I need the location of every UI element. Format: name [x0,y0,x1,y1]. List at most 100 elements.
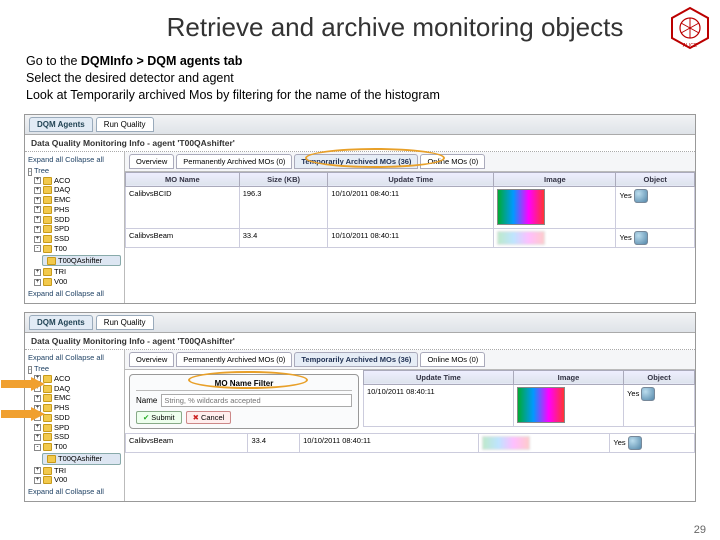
tree-node-t00[interactable]: T00 [54,442,67,452]
subtab-bar: Overview Permanently Archived MOs (0) Te… [125,152,695,172]
expand-all-link[interactable]: Expand all [28,353,63,362]
plus-icon[interactable]: + [34,395,41,402]
tree-node[interactable]: V00 [54,475,67,485]
table-row[interactable]: CalibvsBeam33.410/10/2011 08:40:11 Yes [126,228,695,247]
collapse-all-link[interactable]: Collapse all [65,487,104,496]
mo-table-2b: CalibvsBeam33.410/10/2011 08:40:11 Yes [125,433,695,453]
filter-name-input[interactable] [161,394,352,407]
object-icon[interactable] [628,436,642,450]
minus-icon[interactable]: - [28,366,32,374]
folder-icon [47,257,56,265]
col-update[interactable]: Update Time [328,172,494,186]
col-object[interactable]: Object [624,370,695,384]
minus-icon[interactable]: - [28,168,32,176]
plus-icon[interactable]: + [34,177,41,184]
cancel-button[interactable]: ✖Cancel [186,411,232,424]
table-row[interactable]: CalibvsBeam33.410/10/2011 08:40:11 Yes [126,433,695,452]
subtab-permanent[interactable]: Permanently Archived MOs (0) [176,352,292,367]
arrow-icon [1,377,45,391]
col-object[interactable]: Object [616,172,695,186]
tab-dqm-agents[interactable]: DQM Agents [29,117,93,132]
plus-icon[interactable]: + [34,236,41,243]
tab-dqm-agents[interactable]: DQM Agents [29,315,93,330]
tree-node-selected[interactable]: T00QAshifter [58,256,102,266]
collapse-all-link[interactable]: Collapse all [65,289,104,298]
object-icon[interactable] [634,189,648,203]
folder-icon [43,424,52,432]
object-icon[interactable] [634,231,648,245]
tree-node[interactable]: ACO [54,176,70,186]
filter-header: MO Name Filter [136,379,352,391]
subtab-temporary[interactable]: Temporarily Archived MOs (36) [294,352,418,367]
col-update[interactable]: Update Time [364,370,514,384]
mo-table-2: Update Time Image Object 10/10/2011 08:4… [363,370,695,427]
folder-icon [43,245,52,253]
subtab-overview[interactable]: Overview [129,154,174,169]
plus-icon[interactable]: + [34,279,41,286]
col-mo-name[interactable]: MO Name [126,172,240,186]
subtab-overview[interactable]: Overview [129,352,174,367]
plus-icon[interactable]: + [34,477,41,484]
tab-run-quality[interactable]: Run Quality [96,315,154,330]
collapse-all-link[interactable]: Collapse all [65,353,104,362]
subtab-temporary[interactable]: Temporarily Archived MOs (36) [294,154,418,169]
plus-icon[interactable]: + [34,434,41,441]
page-title: Retrieve and archive monitoring objects [0,0,720,49]
tree-node[interactable]: SSD [54,234,69,244]
tree-node[interactable]: DAQ [54,384,70,394]
thumbnail[interactable] [482,436,530,450]
tree-node-selected[interactable]: T00QAshifter [58,454,102,464]
submit-button[interactable]: ✔Submit [136,411,182,424]
folder-icon [43,394,52,402]
tree-node[interactable]: DAQ [54,185,70,195]
tree-node[interactable]: SPD [54,423,69,433]
folder-icon [43,476,52,484]
tree-node[interactable]: SDD [54,413,70,423]
tree-node[interactable]: ACO [54,374,70,384]
tree-node-t00[interactable]: T00 [54,244,67,254]
top-tabbar: DQM Agents Run Quality [25,115,695,135]
plus-icon[interactable]: + [34,467,41,474]
expand-all-link[interactable]: Expand all [28,289,63,298]
tab-run-quality[interactable]: Run Quality [96,117,154,132]
tree-node[interactable]: PHS [54,205,69,215]
tree-node[interactable]: SSD [54,432,69,442]
thumbnail[interactable] [497,231,545,245]
folder-icon [43,196,52,204]
panel-2: DQM Agents Run Quality Data Quality Moni… [24,312,696,502]
minus-icon[interactable]: - [34,245,41,252]
tree-node[interactable]: EMC [54,393,71,403]
tree-node[interactable]: PHS [54,403,69,413]
minus-icon[interactable]: - [34,444,41,451]
table-row[interactable]: CalibvsBCID196.310/10/2011 08:40:11 Yes [126,186,695,228]
thumbnail[interactable] [497,189,545,225]
object-icon[interactable] [641,387,655,401]
plus-icon[interactable]: + [34,424,41,431]
tree-node[interactable]: EMC [54,195,71,205]
tree-node[interactable]: V00 [54,277,67,287]
plus-icon[interactable]: + [34,187,41,194]
expand-all-link[interactable]: Expand all [28,155,63,164]
tree-node[interactable]: SDD [54,215,70,225]
collapse-all-link[interactable]: Collapse all [65,155,104,164]
alice-logo: ALICE [668,6,712,50]
tree-node[interactable]: TRI [54,267,66,277]
tree-node[interactable]: SPD [54,224,69,234]
subtab-online[interactable]: Online MOs (0) [420,352,485,367]
col-size[interactable]: Size (KB) [239,172,328,186]
tree-node[interactable]: TRI [54,466,66,476]
plus-icon[interactable]: + [34,216,41,223]
subtab-permanent[interactable]: Permanently Archived MOs (0) [176,154,292,169]
expand-all-link[interactable]: Expand all [28,487,63,496]
instructions: Go to the DQMInfo > DQM agents tab Selec… [0,49,720,112]
plus-icon[interactable]: + [34,197,41,204]
plus-icon[interactable]: + [34,226,41,233]
plus-icon[interactable]: + [34,206,41,213]
table-row[interactable]: 10/10/2011 08:40:11 Yes [364,384,695,426]
plus-icon[interactable]: + [34,269,41,276]
subtab-online[interactable]: Online MOs (0) [420,154,485,169]
col-image[interactable]: Image [513,370,623,384]
folder-icon [43,443,52,451]
col-image[interactable]: Image [494,172,616,186]
thumbnail[interactable] [517,387,565,423]
